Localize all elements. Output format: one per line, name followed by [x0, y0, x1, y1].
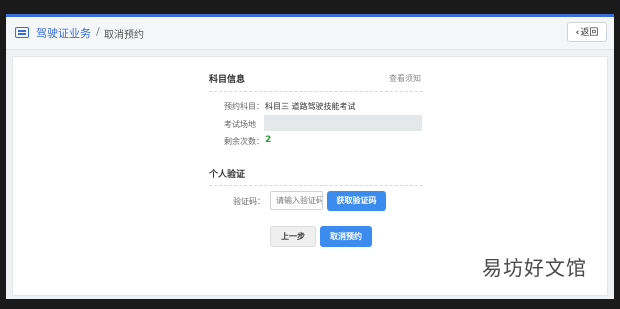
remaining-count-value: 2 [265, 135, 272, 145]
subject-section-title: 科目信息 [209, 75, 246, 85]
watermark: 易坊好文馆 [482, 256, 587, 280]
list-icon [15, 27, 29, 38]
cancel-appointment-button[interactable]: 取消预约 [320, 226, 372, 247]
get-code-button[interactable]: 获取验证码 [327, 191, 386, 211]
subject-value: 科目三 道路驾驶技能考试 [265, 102, 356, 111]
code-label: 验证码： [233, 197, 265, 206]
verify-section-title: 个人验证 [209, 170, 246, 180]
previous-step-button[interactable]: 上一步 [270, 226, 316, 247]
divider [209, 91, 423, 92]
exam-site-label: 考试场地 [224, 120, 256, 129]
subject-label: 预约科目： [224, 102, 264, 111]
browser-frame: 驾驶证业务 / 取消预约 ‹返回 科目信息 查看须知 预约科目： 科目三 道路驾… [6, 14, 614, 299]
back-button-label: 返回 [580, 28, 599, 38]
chevron-left-icon: ‹ [575, 28, 580, 38]
breadcrumb-current: 取消预约 [104, 30, 144, 41]
divider [209, 185, 423, 186]
remaining-count-label: 剩余次数： [224, 137, 264, 146]
back-button[interactable]: ‹返回 [567, 22, 607, 42]
verification-code-input[interactable] [270, 191, 323, 210]
page-title[interactable]: 驾驶证业务 [36, 25, 91, 41]
exam-site-value-redacted [264, 115, 422, 131]
breadcrumb-separator: / [96, 25, 100, 38]
page-header: 驾驶证业务 / 取消预约 ‹返回 [6, 17, 614, 50]
view-notice-link[interactable]: 查看须知 [389, 73, 421, 84]
